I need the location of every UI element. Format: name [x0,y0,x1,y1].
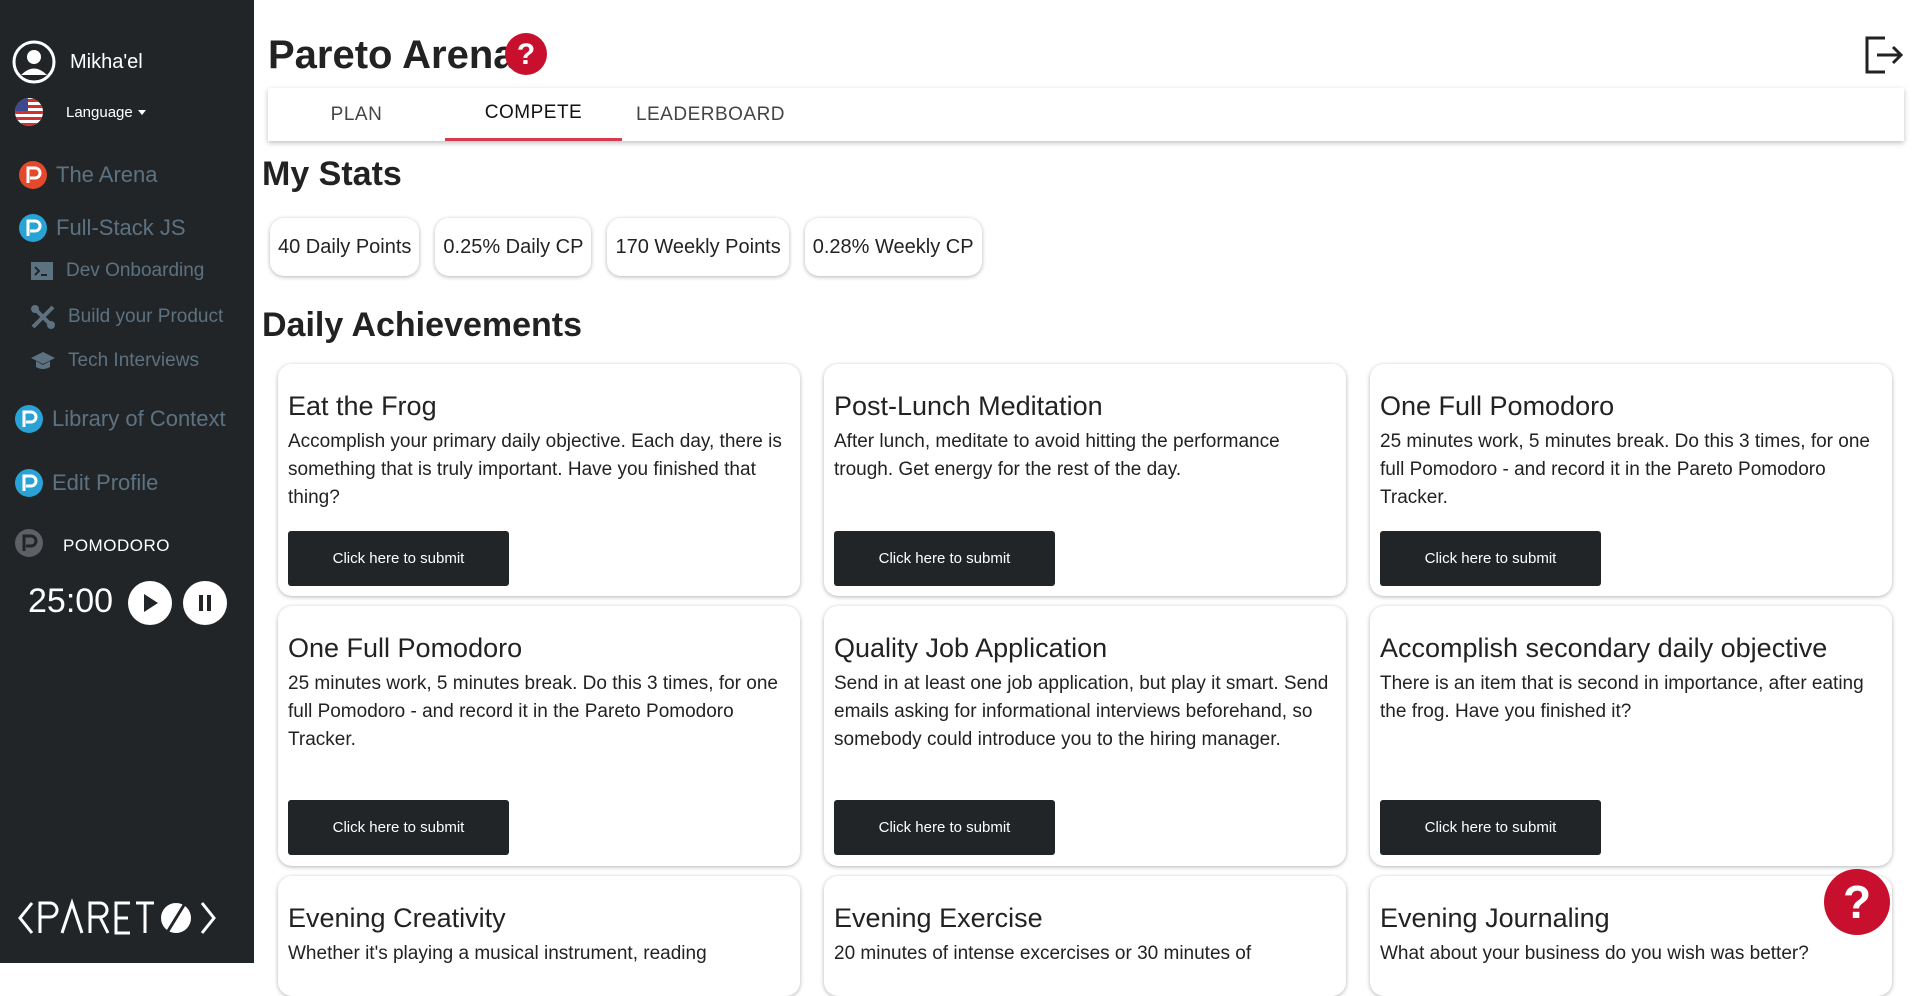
submit-button[interactable]: Click here to submit [1380,531,1601,586]
caret-down-icon [137,110,146,116]
tab-leaderboard[interactable]: LEADERBOARD [622,88,799,141]
my-stats-heading: My Stats [262,155,402,193]
achievement-card: One Full Pomodoro 25 minutes work, 5 min… [278,606,800,866]
play-button[interactable] [128,581,172,625]
graduation-cap-icon [31,352,55,369]
pareto-p-icon [19,161,47,189]
card-description: 20 minutes of intense excercises or 30 m… [834,943,1252,965]
pareto-p-icon [19,214,47,242]
us-flag-icon [15,98,43,126]
pomodoro-label: POMODORO [63,536,170,555]
svg-text:?: ? [517,38,535,71]
submit-button[interactable]: Click here to submit [834,531,1055,586]
card-description: There is an item that is second in impor… [1380,673,1864,723]
page-title: Pareto Arena [268,33,516,77]
nav-label: Build your Product [68,306,224,327]
user-avatar-icon [12,40,56,84]
svg-text:?: ? [1843,876,1871,928]
pomodoro-timer: 25:00 [28,582,114,620]
card-title: Evening Exercise [834,903,1043,933]
achievement-card: Accomplish secondary daily objective The… [1370,606,1892,866]
nav-build-your-product[interactable]: Build your Product [30,304,223,330]
card-description: Send in at least one job application, bu… [834,673,1329,751]
card-title: Accomplish secondary daily objective [1380,633,1828,663]
pareto-logo [18,898,216,935]
card-description: 25 minutes work, 5 minutes break. Do thi… [1380,431,1870,509]
card-title: Evening Journaling [1380,903,1610,933]
achievement-card: Post-Lunch Meditation After lunch, medit… [824,364,1346,596]
nav-library-of-context[interactable]: Library of Context [14,404,226,434]
achievement-card: Quality Job Application Send in at least… [824,606,1346,866]
play-icon [144,594,158,612]
floating-help-icon[interactable]: ? [1823,868,1891,936]
submit-button[interactable]: Click here to submit [834,800,1055,855]
nav-the-arena[interactable]: The Arena [18,160,158,190]
card-description: Accomplish your primary daily objective.… [288,431,782,509]
nav-label: Dev Onboarding [66,260,205,281]
card-title: One Full Pomodoro [1380,391,1615,421]
logout-icon[interactable] [1863,34,1905,76]
pareto-p-icon [15,405,43,433]
tab-bar: PLAN COMPETE LEADERBOARD [268,88,1904,141]
nav-tech-interviews[interactable]: Tech Interviews [30,349,199,373]
pause-button[interactable] [183,581,227,625]
nav-label: Full-Stack JS [56,215,186,240]
pause-icon [199,595,211,611]
stats-row: 40 Daily Points 0.25% Daily CP 170 Weekl… [270,218,982,276]
pareto-p-icon [15,469,43,497]
nav-label: Edit Profile [52,470,159,495]
nav-edit-profile[interactable]: Edit Profile [14,468,158,498]
stat-daily-points: 40 Daily Points [270,218,420,276]
language-label: Language [66,104,146,121]
nav-label: Tech Interviews [68,350,199,371]
achievements-grid: Eat the Frog Accomplish your primary dai… [278,364,1892,996]
stat-weekly-cp: 0.28% Weekly CP [804,218,982,276]
stat-daily-cp: 0.25% Daily CP [435,218,592,276]
help-icon[interactable]: ? [504,32,548,76]
main-content: Pareto Arena ? PLAN COMPETE LEADERBOARD … [254,0,1919,996]
user-profile[interactable]: Mikha'el [12,40,143,84]
submit-button[interactable]: Click here to submit [288,531,509,586]
terminal-icon [31,262,53,280]
card-title: Evening Creativity [288,903,506,933]
card-title: Post-Lunch Meditation [834,391,1103,421]
nav-label: The Arena [56,162,158,187]
user-name: Mikha'el [70,50,143,73]
nav-dev-onboarding[interactable]: Dev Onboarding [30,259,204,283]
achievement-card: Evening Exercise 20 minutes of intense e… [824,876,1346,996]
card-description: What about your business do you wish was… [1380,943,1809,965]
sidebar: Mikha'el Language The Arena Full-Stack J… [0,0,254,963]
card-description: 25 minutes work, 5 minutes break. Do thi… [288,673,778,751]
card-description: After lunch, meditate to avoid hitting t… [834,431,1280,481]
language-selector[interactable]: Language [14,97,146,127]
card-description: Whether it's playing a musical instrumen… [288,943,707,965]
daily-achievements-heading: Daily Achievements [262,306,582,344]
achievement-card: One Full Pomodoro 25 minutes work, 5 min… [1370,364,1892,596]
achievement-card: Evening Journaling What about your busin… [1370,876,1892,996]
tools-icon [31,305,55,329]
tab-plan[interactable]: PLAN [268,88,445,141]
card-title: Quality Job Application [834,633,1108,663]
nav-full-stack-js[interactable]: Full-Stack JS [18,213,186,243]
nav-label: Library of Context [52,406,226,431]
achievement-card: Evening Creativity Whether it's playing … [278,876,800,996]
card-title: One Full Pomodoro [288,633,523,663]
submit-button[interactable]: Click here to submit [1380,800,1601,855]
achievement-card: Eat the Frog Accomplish your primary dai… [278,364,800,596]
stat-weekly-points: 170 Weekly Points [607,218,789,276]
tab-compete[interactable]: COMPETE [445,88,622,141]
submit-button[interactable]: Click here to submit [288,800,509,855]
card-title: Eat the Frog [288,391,437,421]
pomodoro-p-icon [15,529,43,557]
